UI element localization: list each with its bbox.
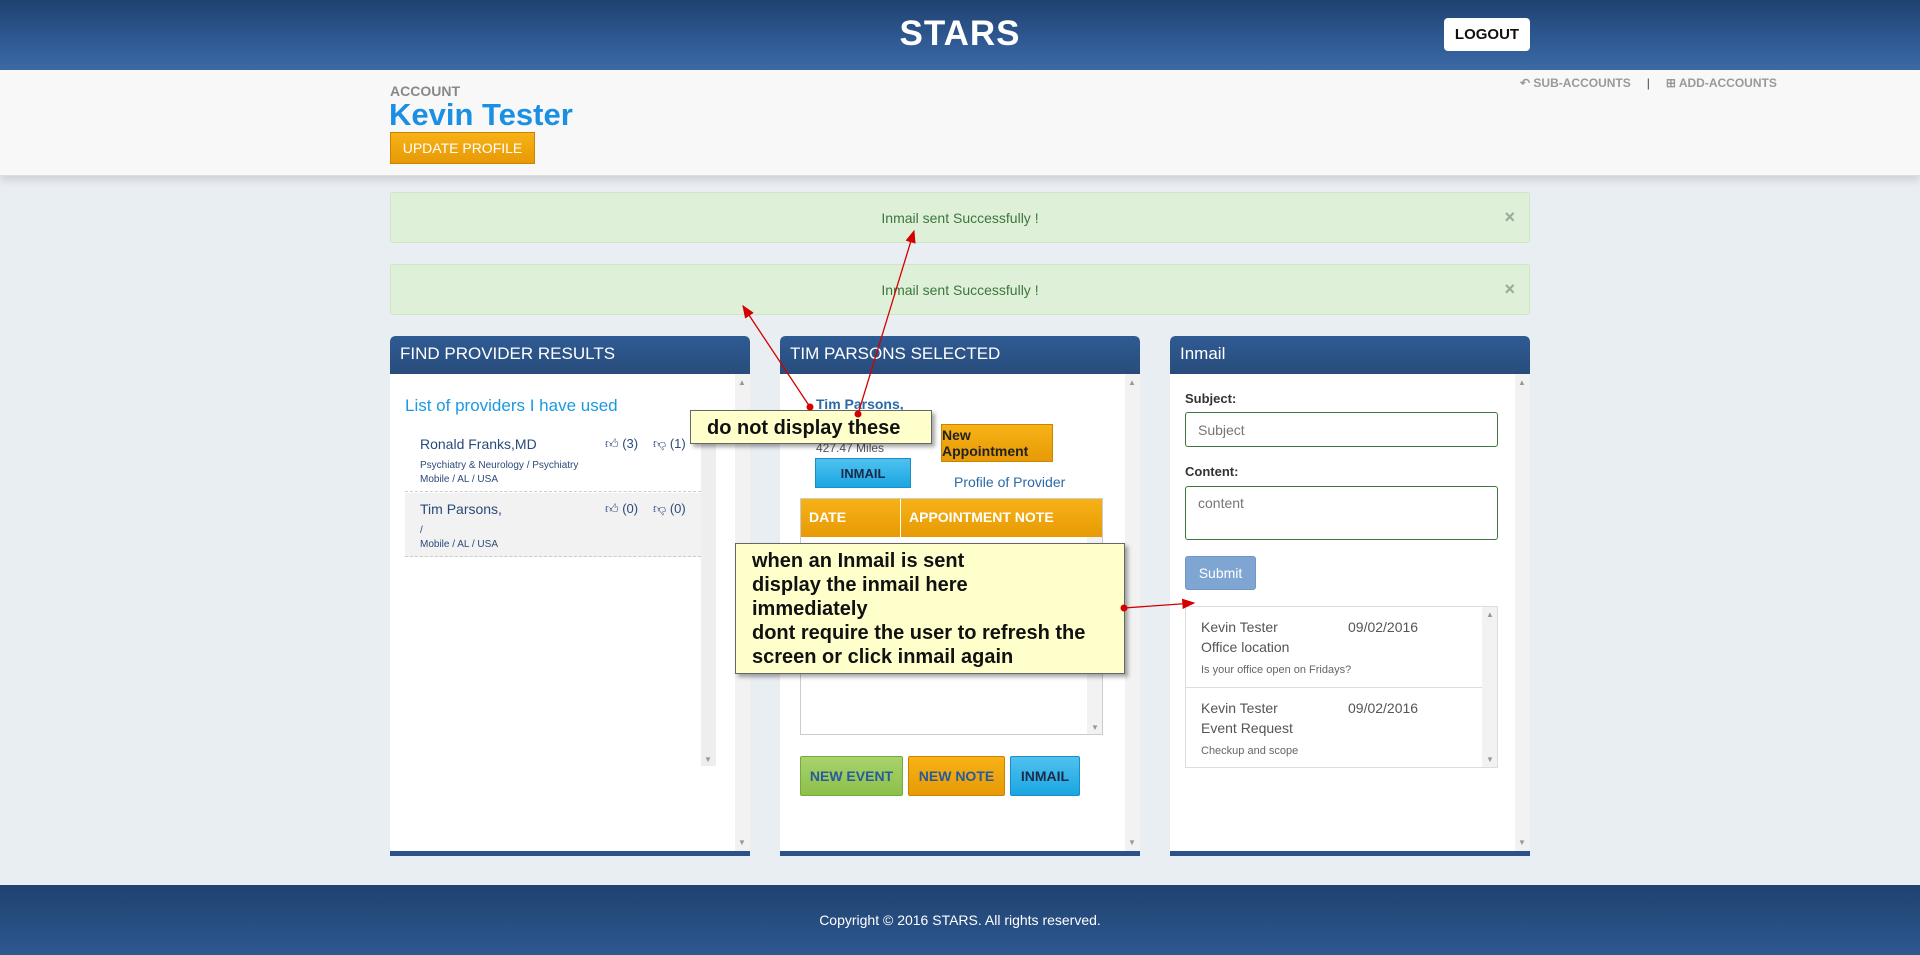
reply-icon: ↶ bbox=[1520, 76, 1531, 90]
down-count: (0) bbox=[669, 501, 686, 516]
message-date: 09/02/2016 bbox=[1348, 700, 1419, 716]
sub-accounts-link[interactable]: ↶ SUB-ACCOUNTS bbox=[1520, 76, 1631, 90]
provider-specialty: Psychiatry & Neurology / Psychiatry bbox=[420, 460, 579, 471]
selected-provider-title: TIM PARSONS SELECTED bbox=[780, 336, 1140, 374]
top-bar: STARS LOGOUT bbox=[0, 0, 1920, 70]
inmail-button[interactable]: INMAIL bbox=[815, 458, 911, 488]
plus-square-icon: ⊞ bbox=[1665, 76, 1676, 90]
inmail-messages-list: Kevin Tester 09/02/2016 Office location … bbox=[1185, 606, 1498, 768]
alert-text: Inmail sent Successfully ! bbox=[881, 209, 1039, 226]
provider-item[interactable]: Tim Parsons, 👍︎ (0) 👎︎ (0) / Mobile / AL… bbox=[405, 493, 701, 557]
account-strip: ACCOUNT Kevin Tester UPDATE PROFILE ↶ SU… bbox=[0, 70, 1920, 176]
logout-button[interactable]: LOGOUT bbox=[1444, 18, 1530, 51]
message-sender: Kevin Tester bbox=[1201, 619, 1278, 635]
scroll-down-icon[interactable]: ▼ bbox=[1091, 723, 1099, 732]
thumbs-down-count[interactable]: 👎︎ (1) bbox=[653, 436, 686, 452]
alert-text: Inmail sent Successfully ! bbox=[881, 281, 1039, 298]
annotation-callout: when an Inmail is sent display the inmai… bbox=[735, 543, 1125, 674]
annotation-line: when an Inmail is sent bbox=[752, 550, 965, 572]
update-profile-button[interactable]: UPDATE PROFILE bbox=[390, 132, 535, 164]
thumbs-up-count[interactable]: 👍︎ (3) bbox=[605, 436, 638, 452]
provider-location: Mobile / AL / USA bbox=[420, 474, 498, 485]
find-provider-title: FIND PROVIDER RESULTS bbox=[390, 336, 750, 374]
providers-list-title: List of providers I have used bbox=[405, 396, 618, 415]
thumbs-up-count[interactable]: 👍︎ (0) bbox=[605, 501, 638, 517]
inmail-action-button[interactable]: INMAIL bbox=[1010, 756, 1080, 796]
footer: Copyright © 2016 STARS. All rights reser… bbox=[0, 885, 1920, 955]
provider-specialty: / bbox=[420, 525, 423, 536]
messages-scrollbar[interactable]: ▲ ▼ bbox=[1482, 607, 1497, 767]
scroll-down-icon[interactable]: ▼ bbox=[1486, 755, 1494, 764]
provider-item[interactable]: Ronald Franks,MD 👍︎ (3) 👎︎ (1) Psychiatr… bbox=[405, 428, 701, 492]
message-date: 09/02/2016 bbox=[1348, 619, 1419, 635]
subject-label: Subject: bbox=[1185, 391, 1237, 406]
close-icon[interactable]: × bbox=[1504, 279, 1515, 300]
message-sender: Kevin Tester bbox=[1201, 700, 1278, 716]
annotation-callout: do not display these bbox=[690, 410, 932, 444]
scroll-up-icon[interactable]: ▲ bbox=[1128, 378, 1136, 387]
scroll-up-icon[interactable]: ▲ bbox=[1486, 610, 1494, 619]
brand-title: STARS bbox=[899, 14, 1021, 53]
provider-name[interactable]: Ronald Franks,MD bbox=[420, 436, 537, 452]
thumbs-down-icon: 👎︎ bbox=[653, 501, 667, 516]
appointment-note-column-header[interactable]: APPOINTMENT NOTE bbox=[901, 499, 1062, 537]
success-alert: Inmail sent Successfully ! × bbox=[390, 264, 1530, 315]
up-count: (0) bbox=[622, 501, 639, 516]
thumbs-down-icon: 👎︎ bbox=[653, 436, 667, 451]
thumbs-up-icon: 👍︎ bbox=[605, 501, 619, 516]
message-body: Checkup and scope bbox=[1201, 745, 1299, 757]
up-count: (3) bbox=[622, 436, 639, 451]
message-body: Is your office open on Fridays? bbox=[1201, 664, 1352, 676]
new-appointment-button[interactable]: New Appointment bbox=[941, 424, 1053, 462]
account-name: Kevin Tester bbox=[389, 97, 573, 132]
account-links: ↶ SUB-ACCOUNTS | ⊞ ADD-ACCOUNTS bbox=[1520, 76, 1777, 90]
scroll-down-icon[interactable]: ▼ bbox=[1518, 838, 1526, 847]
panel-scrollbar[interactable]: ▲ ▼ bbox=[1515, 374, 1530, 851]
scroll-up-icon[interactable]: ▲ bbox=[738, 378, 746, 387]
panel-scrollbar[interactable]: ▲ ▼ bbox=[1125, 374, 1140, 851]
inmail-message[interactable]: Kevin Tester 09/02/2016 Event Request Ch… bbox=[1186, 688, 1483, 769]
scroll-down-icon[interactable]: ▼ bbox=[704, 755, 712, 764]
inmail-message[interactable]: Kevin Tester 09/02/2016 Office location … bbox=[1186, 607, 1483, 688]
submit-button[interactable]: Submit bbox=[1185, 556, 1256, 590]
links-separator: | bbox=[1646, 76, 1650, 90]
close-icon[interactable]: × bbox=[1504, 207, 1515, 228]
content-label: Content: bbox=[1185, 464, 1239, 479]
add-accounts-label: ADD-ACCOUNTS bbox=[1678, 76, 1777, 90]
content-textarea[interactable] bbox=[1185, 486, 1498, 540]
annotation-line: screen or click inmail again bbox=[752, 646, 1014, 668]
scroll-up-icon[interactable]: ▲ bbox=[1518, 378, 1526, 387]
down-count: (1) bbox=[669, 436, 686, 451]
annotation-line: display the inmail here bbox=[752, 574, 968, 596]
scroll-down-icon[interactable]: ▼ bbox=[738, 838, 746, 847]
thumbs-up-icon: 👍︎ bbox=[605, 436, 619, 451]
scroll-down-icon[interactable]: ▼ bbox=[1128, 838, 1136, 847]
success-alert: Inmail sent Successfully ! × bbox=[390, 192, 1530, 243]
annotation-line: immediately bbox=[752, 598, 868, 620]
annotation-line: dont require the user to refresh the bbox=[752, 622, 1086, 644]
provider-name[interactable]: Tim Parsons, bbox=[420, 501, 502, 517]
providers-scrollbar[interactable]: ▼ bbox=[701, 426, 716, 766]
appointments-table-header: DATE APPOINTMENT NOTE bbox=[801, 499, 1102, 537]
provider-location: Mobile / AL / USA bbox=[420, 539, 498, 550]
new-note-button[interactable]: NEW NOTE bbox=[908, 756, 1005, 796]
message-subject: Office location bbox=[1201, 639, 1290, 655]
new-event-button[interactable]: NEW EVENT bbox=[800, 756, 903, 796]
message-subject: Event Request bbox=[1201, 720, 1293, 736]
add-accounts-link[interactable]: ⊞ ADD-ACCOUNTS bbox=[1666, 76, 1777, 90]
date-column-header[interactable]: DATE bbox=[801, 499, 901, 537]
copyright-text: Copyright © 2016 STARS. All rights reser… bbox=[819, 912, 1101, 928]
thumbs-down-count[interactable]: 👎︎ (0) bbox=[653, 501, 686, 517]
sub-accounts-label: SUB-ACCOUNTS bbox=[1533, 76, 1631, 90]
inmail-panel: Inmail Subject: Content: Submit Kevin Te… bbox=[1170, 336, 1530, 856]
subject-input[interactable] bbox=[1185, 412, 1498, 447]
profile-of-provider-link[interactable]: Profile of Provider bbox=[954, 474, 1065, 490]
inmail-panel-title: Inmail bbox=[1170, 336, 1530, 374]
